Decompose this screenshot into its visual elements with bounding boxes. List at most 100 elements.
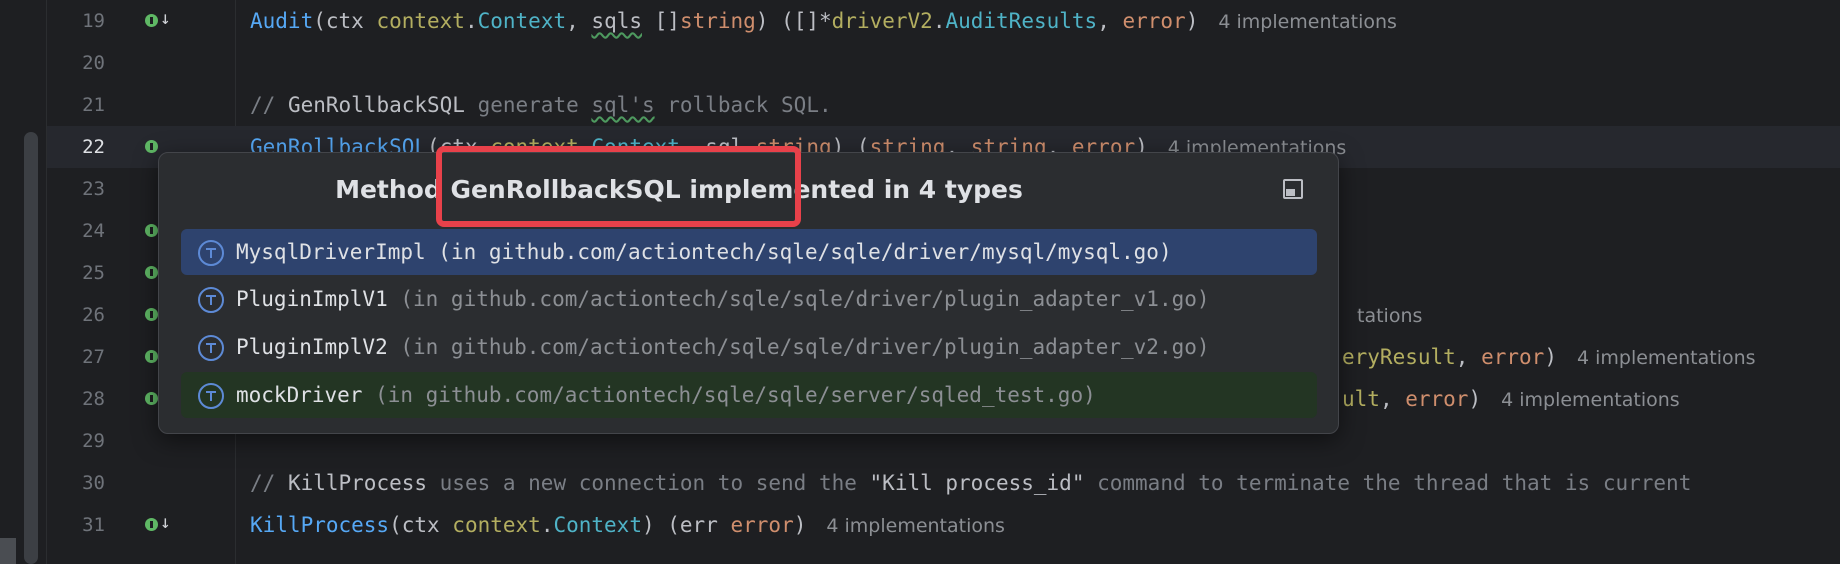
- code-token: generate: [464, 93, 592, 117]
- code-text-overflow: eryResult, error) 4 implementations: [1342, 336, 1756, 379]
- code-token: ) (err: [641, 513, 731, 537]
- code-line[interactable]: 20: [47, 42, 1840, 84]
- implementation-text: MysqlDriverImpl (in github.com/actiontec…: [236, 229, 1172, 275]
- implementation-location: (in github.com/actiontech/sqle/sqle/serv…: [362, 383, 1096, 407]
- code-line[interactable]: 19 ↓ Audit(ctx context.Context, sqls []str…: [47, 0, 1840, 42]
- line-number: 20: [82, 52, 105, 74]
- line-number: 27: [82, 346, 105, 368]
- code-token: ,: [566, 9, 592, 33]
- line-number: 19: [82, 10, 105, 32]
- code-token: .: [932, 9, 946, 33]
- implementation-location: (in github.com/actiontech/sqle/sqle/driv…: [387, 335, 1210, 359]
- code-token: uses a new connection to send the: [427, 471, 870, 495]
- code-token: "Kill process_id": [869, 471, 1085, 495]
- implementation-item[interactable]: MysqlDriverImpl (in github.com/actiontec…: [181, 229, 1317, 275]
- code-token: ): [1544, 345, 1557, 369]
- implementations-hint[interactable]: 4 implementations: [1577, 347, 1756, 369]
- code-token: Context: [553, 513, 642, 537]
- go-to-implementation-arrow-icon[interactable]: ↓: [160, 8, 171, 30]
- code-token: []: [642, 9, 680, 33]
- implemented-icon[interactable]: [145, 392, 158, 405]
- code-token: ,: [1379, 387, 1406, 411]
- implementation-text: mockDriver (in github.com/actiontech/sql…: [236, 372, 1096, 418]
- code-token: ): [1468, 387, 1482, 411]
- code-token: sql's: [591, 93, 655, 117]
- type-icon: [198, 240, 224, 266]
- code-text: // GenRollbackSQL generate sql's rollbac…: [250, 84, 832, 126]
- implementations-hint[interactable]: 4 implementations: [826, 515, 1005, 537]
- implemented-icon[interactable]: [145, 308, 158, 321]
- code-token: eryResult: [1342, 345, 1456, 369]
- code-line[interactable]: 21 // GenRollbackSQL generate sql's rollb…: [47, 84, 1840, 126]
- code-token: ult: [1342, 387, 1380, 411]
- code-token: rollback SQL.: [654, 93, 832, 117]
- implemented-icon[interactable]: [145, 350, 158, 363]
- code-token: ) ([]*: [755, 9, 832, 33]
- go-to-implementation-arrow-icon[interactable]: ↓: [160, 512, 171, 534]
- code-line[interactable]: 30 // KillProcess uses a new connection t…: [47, 462, 1840, 504]
- implementation-location: (in github.com/actiontech/sqle/sqle/driv…: [425, 240, 1172, 264]
- line-number: 22: [82, 136, 105, 158]
- implementation-type-name: MysqlDriverImpl: [236, 240, 426, 264]
- line-number: 28: [82, 388, 105, 410]
- code-token: KillProcess: [250, 513, 390, 537]
- code-line[interactable]: 31 ↓ KillProcess(ctx context.Context) (err…: [47, 504, 1840, 546]
- implementation-item[interactable]: PluginImplV1 (in github.com/actiontech/s…: [181, 276, 1317, 322]
- implementation-location: (in github.com/actiontech/sqle/sqle/driv…: [387, 287, 1210, 311]
- line-number: 24: [82, 220, 105, 242]
- code-token: Context: [477, 9, 567, 33]
- implemented-icon[interactable]: [145, 224, 158, 237]
- type-icon: [198, 287, 224, 313]
- open-in-find-window-icon[interactable]: [1283, 179, 1303, 199]
- code-text-overflow: ult, error) 4 implementations: [1342, 378, 1680, 421]
- implementations-hint[interactable]: 4 implementations: [1218, 11, 1397, 33]
- code-token: Audit: [250, 9, 314, 33]
- line-number: 29: [82, 430, 105, 452]
- vertical-scrollbar[interactable]: [24, 132, 38, 564]
- code-token: ,: [1097, 9, 1123, 33]
- line-number: 23: [82, 178, 105, 200]
- line-number: 26: [82, 304, 105, 326]
- code-token: .: [464, 9, 478, 33]
- code-token: KillProcess: [287, 471, 428, 495]
- code-token: context: [376, 9, 465, 33]
- implementation-type-name: PluginImplV2: [236, 335, 388, 359]
- implementation-item[interactable]: mockDriver (in github.com/actiontech/sql…: [181, 372, 1317, 418]
- implemented-icon[interactable]: [145, 518, 158, 531]
- implemented-icon[interactable]: [145, 14, 158, 27]
- code-token: //: [250, 471, 288, 495]
- line-number: 25: [82, 262, 105, 284]
- code-token: context: [452, 513, 541, 537]
- code-text: // KillProcess uses a new connection to …: [250, 462, 1691, 504]
- implementations-hint[interactable]: tations: [1357, 305, 1422, 327]
- code-token: (ctx: [313, 9, 377, 33]
- implementation-type-name: PluginImplV1: [236, 287, 388, 311]
- code-token: error: [1405, 387, 1469, 411]
- code-token: ): [793, 513, 807, 537]
- annotation-highlight-box: [436, 146, 801, 227]
- implemented-icon[interactable]: [145, 140, 158, 153]
- code-token: ): [1185, 9, 1199, 33]
- code-text-overflow: tations: [1337, 294, 1422, 337]
- code-token: command to terminate the thread that is …: [1084, 471, 1692, 495]
- line-number: 21: [82, 94, 105, 116]
- code-text: Audit(ctx context.Context, sqls []string…: [250, 0, 1397, 43]
- code-token: driverV2: [831, 9, 933, 33]
- left-tool-strip: [0, 0, 47, 564]
- code-text: KillProcess(ctx context.Context) (err er…: [250, 504, 1005, 547]
- code-token: error: [1481, 345, 1545, 369]
- code-token: error: [1122, 9, 1186, 33]
- implementations-hint[interactable]: 4 implementations: [1501, 389, 1680, 411]
- line-number: 31: [82, 514, 105, 536]
- implemented-icon[interactable]: [145, 266, 158, 279]
- code-token: string: [679, 9, 756, 33]
- code-token: .: [540, 513, 554, 537]
- code-token: GenRollbackSQL: [287, 93, 465, 117]
- line-number: 30: [82, 472, 105, 494]
- type-icon: [198, 335, 224, 361]
- code-token: AuditResults: [945, 9, 1098, 33]
- implementation-item[interactable]: PluginImplV2 (in github.com/actiontech/s…: [181, 324, 1317, 370]
- code-token: (ctx: [389, 513, 453, 537]
- scroll-marker: [0, 538, 16, 564]
- implementation-type-name: mockDriver: [236, 383, 363, 407]
